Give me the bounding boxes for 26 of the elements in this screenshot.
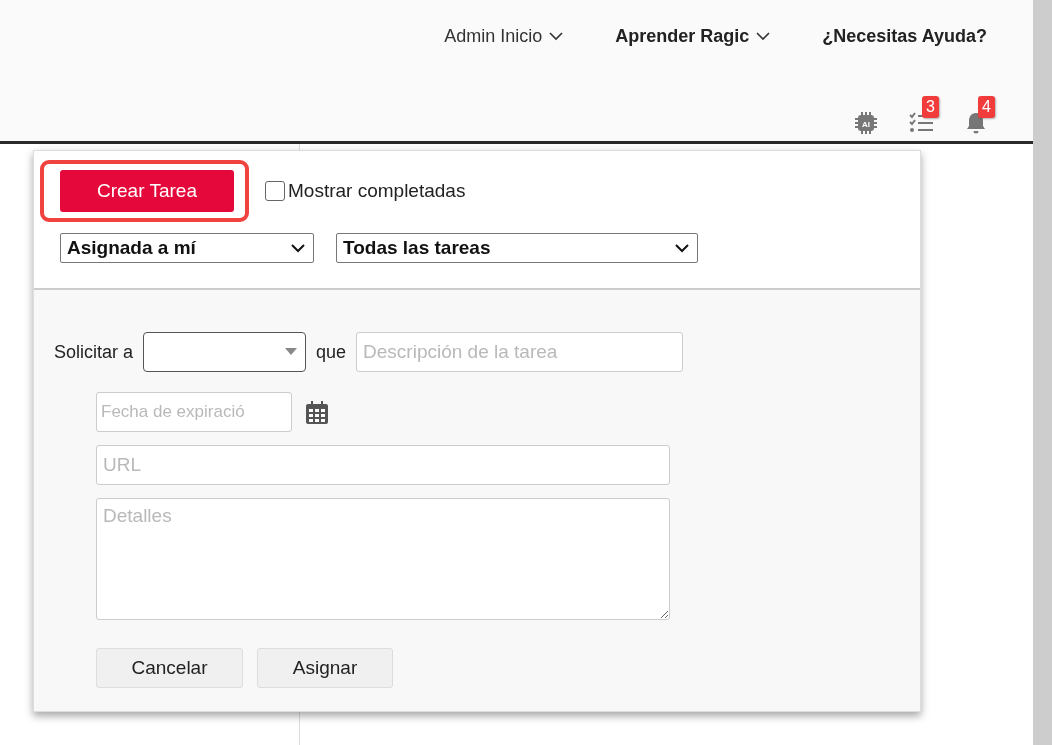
- chevron-down-icon: [675, 243, 689, 253]
- filter-dropdown[interactable]: Todas las tareas: [336, 233, 698, 263]
- details-field[interactable]: Detalles: [96, 498, 670, 620]
- calendar-icon[interactable]: [306, 400, 328, 424]
- nav-link[interactable]: Aprender Ragic: [615, 24, 771, 48]
- assignee-dropdown[interactable]: [143, 332, 307, 372]
- dropdown-triangle-icon: [285, 348, 298, 356]
- chevron-down-icon: [549, 31, 564, 41]
- description-field[interactable]: Descripción de la tarea: [356, 332, 684, 372]
- form-label: Solicitar a: [54, 341, 134, 363]
- nav-link[interactable]: ¿Necesitas Ayuda?: [822, 24, 987, 48]
- count-badge: 3: [922, 96, 939, 118]
- checkbox[interactable]: [265, 181, 285, 201]
- bell-icon[interactable]: [964, 111, 988, 135]
- form-button[interactable]: Cancelar: [96, 648, 243, 688]
- url-field[interactable]: URL: [96, 445, 670, 485]
- filter-dropdown[interactable]: Asignada a mí: [60, 233, 314, 263]
- chevron-down-icon: [291, 243, 305, 253]
- checkbox-label: Mostrar completadas: [288, 180, 466, 202]
- nav-link[interactable]: Admin Inicio: [444, 24, 564, 48]
- form-button[interactable]: Asignar: [257, 648, 393, 688]
- chevron-down-icon: [756, 31, 771, 41]
- form-label: que: [316, 341, 347, 363]
- date-field[interactable]: Fecha de expiració: [96, 392, 292, 432]
- count-badge: 4: [978, 96, 995, 118]
- create-task-button[interactable]: Crear Tarea: [60, 170, 234, 212]
